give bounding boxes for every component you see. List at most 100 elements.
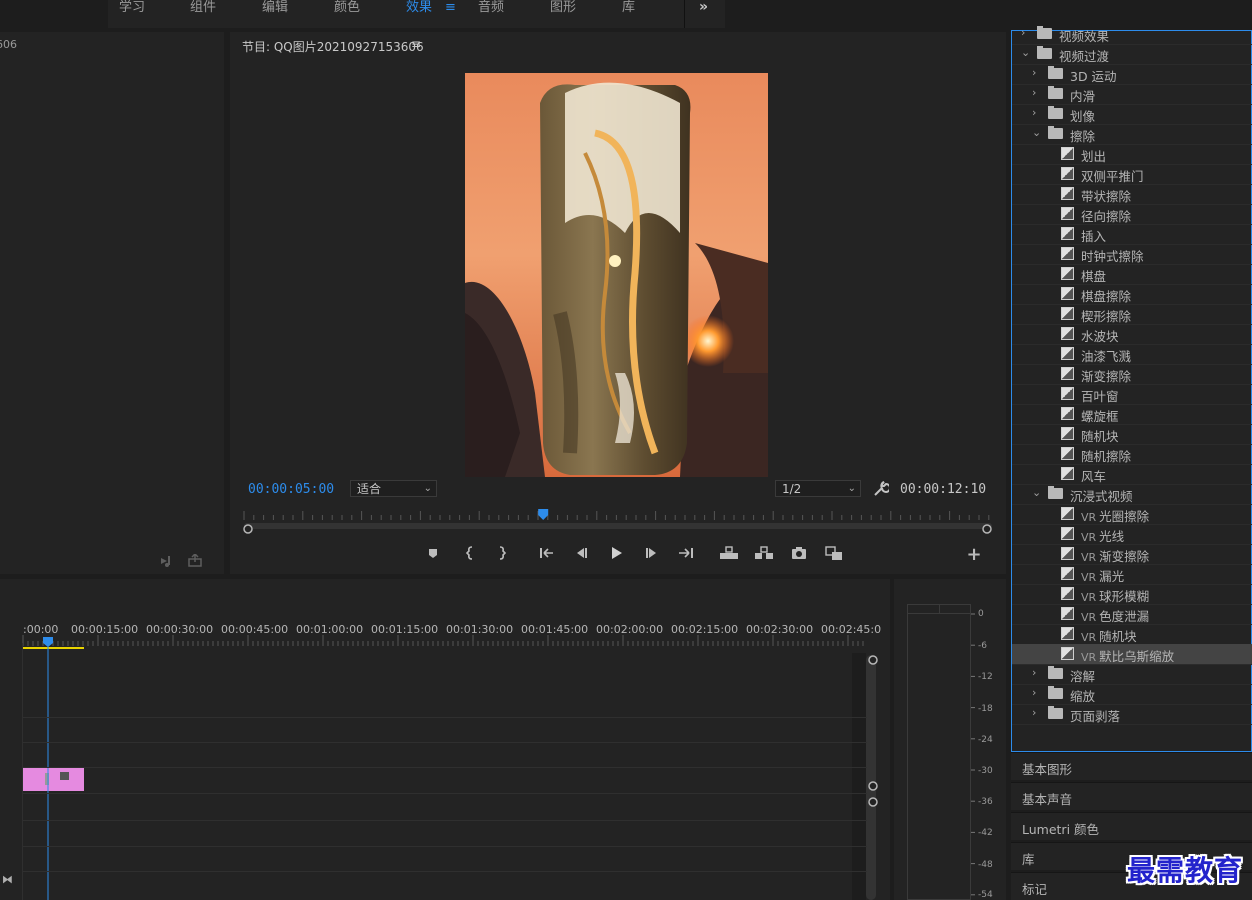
fit-select[interactable]: 适合 ⌄ xyxy=(350,480,437,497)
source-panel-tab[interactable]: 606 xyxy=(0,38,17,51)
folder-icon xyxy=(1037,46,1052,59)
extract-button[interactable] xyxy=(753,542,775,564)
track-toggle-icon[interactable]: ⧓ xyxy=(2,873,13,886)
mark-out-button[interactable] xyxy=(491,542,513,564)
effect-item[interactable]: 棋盘 xyxy=(1012,264,1252,284)
workspace-tab-effects[interactable]: 效果 xyxy=(406,0,432,16)
add-marker-button[interactable] xyxy=(422,542,444,564)
effects-folder[interactable]: › 内滑 xyxy=(1012,84,1252,104)
mark-in-button[interactable] xyxy=(459,542,481,564)
panel-essential-graphics[interactable]: 基本图形 xyxy=(1011,752,1252,780)
workspace-tab-color[interactable]: 颜色 xyxy=(334,0,360,16)
effect-item[interactable]: 径向擦除 xyxy=(1012,204,1252,224)
go-to-out-button[interactable] xyxy=(675,542,697,564)
effect-item[interactable]: 楔形擦除 xyxy=(1012,304,1252,324)
comparison-view-button[interactable] xyxy=(823,542,845,564)
effects-folder[interactable]: › 3D 运动 xyxy=(1012,64,1252,84)
chevron-right-icon[interactable]: › xyxy=(1032,106,1036,119)
effect-item[interactable]: 随机块 xyxy=(1012,424,1252,444)
effect-item[interactable]: 渐变擦除 xyxy=(1012,364,1252,384)
effect-item[interactable]: 双侧平推门 xyxy=(1012,164,1252,184)
workspace-tab-audio[interactable]: 音频 xyxy=(478,0,504,16)
effect-item[interactable]: 划出 xyxy=(1012,144,1252,164)
program-video-frame[interactable] xyxy=(465,73,768,477)
effect-item[interactable]: 水波块 xyxy=(1012,324,1252,344)
workspace-tab-graphics[interactable]: 图形 xyxy=(550,0,576,16)
workspace-tab-assembly[interactable]: 组件 xyxy=(190,0,216,16)
panel-essential-sound[interactable]: 基本声音 xyxy=(1011,782,1252,810)
effects-folder[interactable]: ⌄ 视频过渡 xyxy=(1012,44,1252,64)
step-back-button[interactable] xyxy=(570,542,592,564)
effects-folder[interactable]: › 页面剥落 xyxy=(1012,704,1252,724)
chevron-down-icon[interactable]: ⌄ xyxy=(1032,486,1041,499)
play-button[interactable] xyxy=(605,542,627,564)
effect-label: 楔形擦除 xyxy=(1081,306,1131,325)
program-current-timecode[interactable]: 00:00:05:00 xyxy=(248,482,334,497)
resolution-select[interactable]: 1/2 ⌄ xyxy=(775,480,861,497)
chevron-down-icon[interactable]: ⌄ xyxy=(1021,46,1030,59)
effect-name: 光圈擦除 xyxy=(1099,509,1150,524)
effect-item[interactable]: 棋盘擦除 xyxy=(1012,284,1252,304)
video-clip[interactable] xyxy=(23,767,84,791)
lift-button[interactable] xyxy=(718,542,740,564)
program-monitor-title[interactable]: 节目: QQ图片20210927153606 xyxy=(242,38,424,55)
go-to-in-button[interactable] xyxy=(536,542,558,564)
timeline-playhead[interactable] xyxy=(43,637,53,647)
export-frame-button[interactable] xyxy=(788,542,810,564)
timeline-scrollbar[interactable] xyxy=(852,653,866,900)
audio-meter-panel: 0 -6 -12 -18 -24 -30 -36 -42 -48 -54 xyxy=(894,579,1006,900)
more-workspaces-button[interactable]: » xyxy=(684,0,725,28)
effect-item[interactable]: VR 光线 xyxy=(1012,524,1252,544)
effects-folder[interactable]: › 视频效果 xyxy=(1012,24,1252,44)
workspace-tab-learn[interactable]: 学习 xyxy=(119,0,145,16)
program-playhead[interactable] xyxy=(538,509,549,520)
effect-item[interactable]: 插入 xyxy=(1012,224,1252,244)
effect-item[interactable]: 油漆飞溅 xyxy=(1012,344,1252,364)
chevron-right-icon[interactable]: › xyxy=(1032,66,1036,79)
effect-item[interactable]: 时钟式擦除 xyxy=(1012,244,1252,264)
effects-folder[interactable]: › 缩放 xyxy=(1012,684,1252,704)
chevron-down-icon: ⌄ xyxy=(847,483,856,494)
effects-folder[interactable]: › 划像 xyxy=(1012,104,1252,124)
out-handle[interactable] xyxy=(982,524,992,534)
effects-folder[interactable]: ⌄ 擦除 xyxy=(1012,124,1252,144)
effect-item[interactable]: VR 默比乌斯缩放 xyxy=(1012,644,1252,664)
workspace-tab-libraries[interactable]: 库 xyxy=(622,0,635,16)
effect-item[interactable]: VR 光圈擦除 xyxy=(1012,504,1252,524)
wrench-icon[interactable] xyxy=(873,481,889,497)
scroll-handle-top[interactable] xyxy=(868,655,878,665)
effect-item[interactable]: 螺旋框 xyxy=(1012,404,1252,424)
workspace-tab-editing[interactable]: 编辑 xyxy=(262,0,288,16)
effect-item[interactable]: 随机擦除 xyxy=(1012,444,1252,464)
chevron-right-icon[interactable]: › xyxy=(1032,666,1036,679)
workspace-menu-icon[interactable]: ≡ xyxy=(445,0,456,16)
effects-folder[interactable]: › 溶解 xyxy=(1012,664,1252,684)
effect-item[interactable]: VR 色度泄漏 xyxy=(1012,604,1252,624)
timeline-scroll-track[interactable] xyxy=(866,655,876,900)
effects-folder[interactable]: ⌄ 沉浸式视频 xyxy=(1012,484,1252,504)
program-scrub-bar[interactable] xyxy=(240,509,996,535)
in-handle[interactable] xyxy=(243,524,253,534)
button-editor-plus-icon[interactable]: + xyxy=(963,544,985,566)
effect-item[interactable]: VR 渐变擦除 xyxy=(1012,544,1252,564)
chevron-right-icon[interactable]: › xyxy=(1032,86,1036,99)
effect-name: 棋盘 xyxy=(1081,269,1107,284)
transition-icon xyxy=(1061,527,1074,540)
scroll-handle-low[interactable] xyxy=(868,797,878,807)
chevron-right-icon[interactable]: › xyxy=(1032,686,1036,699)
effect-name: 随机擦除 xyxy=(1081,449,1132,464)
effect-item[interactable]: 带状擦除 xyxy=(1012,184,1252,204)
chevron-down-icon[interactable]: ⌄ xyxy=(1032,126,1041,139)
chevron-right-icon[interactable]: › xyxy=(1021,26,1025,39)
effect-item[interactable]: VR 随机块 xyxy=(1012,624,1252,644)
scroll-handle-mid[interactable] xyxy=(868,781,878,791)
effect-item[interactable]: 风车 xyxy=(1012,464,1252,484)
panel-menu-icon[interactable]: ≡ xyxy=(411,37,421,51)
effect-item[interactable]: 百叶窗 xyxy=(1012,384,1252,404)
step-forward-button[interactable] xyxy=(641,542,663,564)
panel-lumetri-color[interactable]: Lumetri 颜色 xyxy=(1011,812,1252,840)
effect-item[interactable]: VR 漏光 xyxy=(1012,564,1252,584)
effect-item[interactable]: VR 球形模糊 xyxy=(1012,584,1252,604)
vr-prefix: VR xyxy=(1081,551,1097,564)
chevron-right-icon[interactable]: › xyxy=(1032,706,1036,719)
